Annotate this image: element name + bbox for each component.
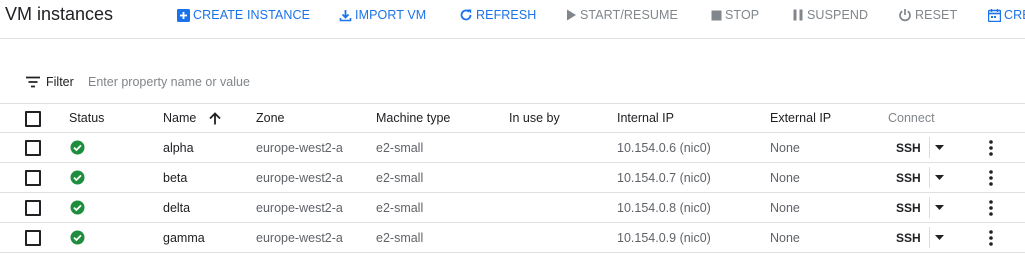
- refresh-icon: [460, 9, 472, 21]
- ssh-button[interactable]: SSH: [896, 193, 921, 222]
- create-partial-button[interactable]: CRE: [988, 6, 1025, 24]
- more-vert-icon[interactable]: [988, 140, 994, 156]
- import-vm-label: IMPORT VM: [355, 8, 427, 22]
- instance-machine-type: e2-small: [376, 200, 424, 215]
- internal-ip-value: 10.154.0.9: [617, 230, 677, 245]
- check-circle-icon: [70, 230, 85, 245]
- instance-machine-type: e2-small: [376, 230, 424, 245]
- instance-machine-type: e2-small: [376, 170, 424, 185]
- caret-down-icon[interactable]: [935, 175, 944, 180]
- instance-name[interactable]: delta: [163, 193, 190, 222]
- instance-zone: europe-west2-a: [256, 170, 343, 185]
- table-row: alpha europe-west2-a e2-small 10.154.0.6…: [0, 133, 1025, 163]
- stop-label: STOP: [725, 8, 760, 22]
- ssh-divider: [929, 167, 930, 188]
- instance-zone: europe-west2-a: [256, 140, 343, 155]
- nic-link[interactable]: nic0: [684, 171, 707, 185]
- pause-icon: [793, 9, 803, 21]
- instances-table: Status Name Zone Machine type In use by …: [0, 103, 1025, 253]
- instance-zone: europe-west2-a: [256, 230, 343, 245]
- row-checkbox[interactable]: [25, 140, 41, 156]
- column-header-in-use-by[interactable]: In use by: [509, 104, 560, 132]
- arrow-up-icon: [209, 111, 221, 124]
- more-vert-icon[interactable]: [988, 170, 994, 186]
- instance-internal-ip: 10.154.0.9 (nic0): [617, 230, 711, 245]
- more-vert-icon[interactable]: [988, 200, 994, 216]
- instance-internal-ip: 10.154.0.8 (nic0): [617, 200, 711, 215]
- filter-list-icon[interactable]: [26, 76, 40, 88]
- page-title: VM instances: [5, 4, 114, 24]
- column-header-name[interactable]: Name: [163, 104, 221, 132]
- table-row: delta europe-west2-a e2-small 10.154.0.8…: [0, 193, 1025, 223]
- create-instance-button[interactable]: CREATE INSTANCE: [177, 6, 310, 24]
- instance-external-ip: None: [770, 200, 800, 215]
- suspend-button[interactable]: SUSPEND: [793, 6, 868, 24]
- caret-down-icon[interactable]: [935, 205, 944, 210]
- column-header-name-label: Name: [163, 111, 197, 125]
- column-header-connect: Connect: [888, 111, 935, 125]
- table-row: beta europe-west2-a e2-small 10.154.0.7 …: [0, 163, 1025, 193]
- instance-internal-ip: 10.154.0.7 (nic0): [617, 170, 711, 185]
- column-header-machine-type[interactable]: Machine type: [376, 104, 450, 132]
- toolbar: VM instances CREATE INSTANCE IMPORT VM R…: [0, 0, 1025, 39]
- reset-button[interactable]: RESET: [898, 6, 957, 24]
- import-vm-button[interactable]: IMPORT VM: [339, 6, 426, 24]
- table-header-row: Status Name Zone Machine type In use by …: [0, 103, 1025, 133]
- instance-internal-ip: 10.154.0.6 (nic0): [617, 140, 711, 155]
- internal-ip-value: 10.154.0.8: [617, 200, 677, 215]
- column-header-external-ip[interactable]: External IP: [770, 104, 831, 132]
- instance-zone: europe-west2-a: [256, 200, 343, 215]
- nic-link[interactable]: nic0: [684, 201, 707, 215]
- row-checkbox[interactable]: [25, 200, 41, 216]
- nic-link[interactable]: nic0: [684, 141, 707, 155]
- caret-down-icon[interactable]: [935, 235, 944, 240]
- column-header-zone[interactable]: Zone: [256, 104, 285, 132]
- internal-ip-value: 10.154.0.6: [617, 140, 677, 155]
- create-partial-label: CRE: [1004, 8, 1025, 22]
- filter-label: Filter: [46, 75, 74, 89]
- instance-external-ip: None: [770, 230, 800, 245]
- column-header-status[interactable]: Status: [69, 104, 104, 132]
- ssh-divider: [929, 137, 930, 158]
- check-circle-icon: [70, 170, 85, 185]
- download-icon: [339, 9, 352, 21]
- stop-button[interactable]: STOP: [711, 6, 759, 24]
- instance-name[interactable]: alpha: [163, 133, 194, 162]
- select-all-checkbox[interactable]: [25, 111, 41, 127]
- row-checkbox[interactable]: [25, 230, 41, 246]
- ssh-button[interactable]: SSH: [896, 133, 921, 162]
- ssh-button[interactable]: SSH: [896, 223, 921, 252]
- filter-bar: Filter: [0, 62, 1025, 102]
- start-resume-label: START/RESUME: [580, 8, 678, 22]
- power-icon: [899, 9, 911, 22]
- calendar-icon: [988, 8, 1001, 22]
- instance-name[interactable]: beta: [163, 163, 187, 192]
- filter-input[interactable]: [88, 72, 488, 92]
- check-circle-icon: [70, 200, 85, 215]
- ssh-divider: [929, 197, 930, 218]
- create-instance-label: CREATE INSTANCE: [193, 8, 311, 22]
- instance-external-ip: None: [770, 170, 800, 185]
- table-row: gamma europe-west2-a e2-small 10.154.0.9…: [0, 223, 1025, 253]
- suspend-label: SUSPEND: [807, 8, 869, 22]
- refresh-button[interactable]: REFRESH: [459, 6, 536, 24]
- stop-icon: [711, 10, 722, 20]
- more-vert-icon[interactable]: [988, 230, 994, 246]
- play-icon: [567, 9, 576, 21]
- reset-label: RESET: [915, 8, 958, 22]
- internal-ip-value: 10.154.0.7: [617, 170, 677, 185]
- check-circle-icon: [70, 140, 85, 155]
- column-header-internal-ip[interactable]: Internal IP: [617, 104, 674, 132]
- caret-down-icon[interactable]: [935, 145, 944, 150]
- row-checkbox[interactable]: [25, 170, 41, 186]
- add-box-icon: [177, 8, 190, 22]
- nic-link[interactable]: nic0: [684, 231, 707, 245]
- refresh-label: REFRESH: [476, 8, 537, 22]
- instance-name[interactable]: gamma: [163, 223, 205, 252]
- instance-external-ip: None: [770, 140, 800, 155]
- start-resume-button[interactable]: START/RESUME: [566, 6, 678, 24]
- instance-machine-type: e2-small: [376, 140, 424, 155]
- ssh-button[interactable]: SSH: [896, 163, 921, 192]
- ssh-divider: [929, 227, 930, 248]
